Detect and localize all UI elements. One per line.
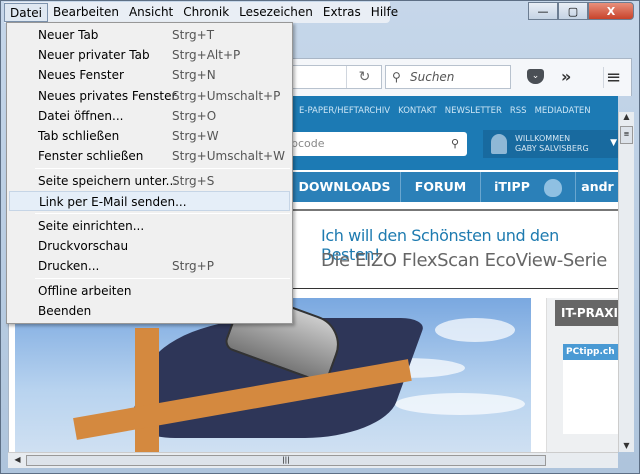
menubar: Datei Bearbeiten Ansicht Chronik Lesezei… (4, 2, 398, 23)
menu-item-label: Druckvorschau (38, 239, 129, 253)
sidebar: IT-PRAXIS PCtipp.ch (546, 298, 618, 452)
menu-item-label: Neues Fenster (38, 68, 124, 82)
menu-item-label: Drucken... (38, 259, 100, 273)
menu-item-label: Offline arbeiten (38, 284, 132, 298)
chevron-down-icon: ▼ (610, 138, 617, 148)
menu-chronik[interactable]: Chronik (178, 3, 234, 22)
menu-item-shortcut: Strg+N (172, 68, 216, 82)
overflow-icon[interactable]: » (561, 67, 571, 86)
sidebar-title: IT-PRAXIS (555, 300, 618, 326)
scroll-down-icon[interactable]: ▼ (619, 441, 634, 450)
menu-item-label: Seite einrichten... (38, 219, 145, 233)
menu-item-shortcut: Strg+Umschalt+P (172, 89, 281, 103)
horizontal-scrollbar[interactable]: ◀ ||| (8, 452, 618, 468)
menu-item-label: Datei öffnen... (38, 109, 124, 123)
pctipp-thumbnail[interactable]: PCtipp.ch (563, 344, 618, 434)
menu-item-label: Seite speichern unter... (38, 174, 178, 188)
menu-item[interactable]: Neues Fenster Strg+N (9, 65, 290, 85)
menu-bearbeiten[interactable]: Bearbeiten (48, 3, 124, 22)
menu-item-shortcut: Strg+W (172, 129, 219, 143)
nav-itipp[interactable]: iTIPP (481, 172, 576, 202)
menu-datei[interactable]: Datei (4, 3, 49, 22)
menu-item[interactable]: Link per E-Mail senden... (9, 191, 290, 211)
menu-ansicht[interactable]: Ansicht (124, 3, 178, 22)
scroll-thumb[interactable]: ≡ (620, 126, 633, 144)
menu-item[interactable]: Neues privates Fenster Strg+Umschalt+P (9, 86, 290, 106)
divider (289, 288, 618, 289)
menu-item-shortcut: Strg+S (172, 174, 215, 188)
pocket-icon[interactable]: ⌄ (527, 69, 544, 84)
search-input[interactable]: ⚲ Suchen (385, 65, 511, 89)
link-newsletter[interactable]: NEWSLETTER (445, 106, 502, 116)
user-name: GABY SALVISBERG (515, 144, 589, 153)
divider (289, 209, 618, 211)
menu-item[interactable]: Druckvorschau (9, 236, 290, 256)
vertical-scrollbar[interactable]: ▲ ≡ ▼ (618, 112, 634, 452)
menu-item[interactable]: Drucken... Strg+P (9, 256, 290, 276)
close-button[interactable]: X (588, 2, 634, 20)
menu-item-label: Neuer privater Tab (38, 48, 150, 62)
user-menu[interactable]: WILLKOMMEN GABY SALVISBERG ▼ (483, 130, 618, 158)
menu-item-label: Fenster schließen (38, 149, 144, 163)
menu-item-shortcut: Strg+T (172, 28, 215, 42)
file-menu: Neuer Tab Strg+T Neuer privater Tab Strg+Al… (6, 22, 293, 324)
search-icon: ⚲ (392, 70, 401, 84)
menu-hilfe[interactable]: Hilfe (366, 3, 403, 22)
menu-separator (35, 278, 290, 279)
minimize-button[interactable]: — (528, 2, 558, 20)
scroll-left-icon[interactable]: ◀ (10, 455, 25, 464)
link-epaper[interactable]: E-PAPER/HEFTARCHIV (299, 106, 390, 116)
menu-item[interactable]: Seite speichern unter... Strg+S (9, 171, 290, 191)
ad-subline[interactable]: Die EIZO FlexScan EcoView-Serie (321, 250, 607, 271)
menu-separator (35, 213, 290, 214)
reload-icon[interactable]: ↻ (346, 66, 382, 88)
link-mediadaten[interactable]: MEDIADATEN (535, 106, 591, 116)
apple-icon (543, 178, 562, 197)
link-kontakt[interactable]: KONTAKT (398, 106, 437, 116)
site-search-value: bcode (291, 137, 325, 150)
nav-android[interactable]: andr (576, 172, 618, 202)
menu-item[interactable]: Offline arbeiten (9, 281, 290, 301)
user-greeting: WILLKOMMEN (515, 134, 571, 143)
search-icon[interactable]: ⚲ (451, 132, 459, 156)
scroll-thumb[interactable]: ||| (26, 455, 546, 466)
nav-forum[interactable]: FORUM (401, 172, 481, 202)
menu-item[interactable]: Datei öffnen... Strg+O (9, 106, 290, 126)
menu-separator (35, 168, 290, 169)
maximize-button[interactable]: ▢ (558, 2, 588, 20)
menu-item-shortcut: Strg+O (172, 109, 217, 123)
menu-item-label: Neues privates Fenster (38, 89, 177, 103)
menu-item[interactable]: Seite einrichten... (9, 216, 290, 236)
menu-item-shortcut: Strg+P (172, 259, 214, 273)
link-rss[interactable]: RSS (510, 106, 527, 116)
hamburger-menu-icon[interactable]: ≡ (603, 67, 623, 88)
search-placeholder: Suchen (410, 70, 455, 84)
menu-item[interactable]: Neuer privater Tab Strg+Alt+P (9, 45, 290, 65)
menu-item[interactable]: Neuer Tab Strg+T (9, 25, 290, 45)
menu-item-label: Tab schließen (38, 129, 120, 143)
avatar-icon (491, 134, 507, 154)
menu-item-label: Beenden (38, 304, 92, 318)
site-search-input[interactable]: bcode ⚲ (291, 132, 467, 156)
nav-downloads[interactable]: DOWNLOADS (289, 172, 401, 202)
menu-item-shortcut: Strg+Alt+P (172, 48, 241, 62)
menu-item-label: Link per E-Mail senden... (39, 195, 187, 209)
menu-item[interactable]: Tab schließen Strg+W (9, 126, 290, 146)
scroll-up-icon[interactable]: ▲ (619, 112, 634, 121)
window-controls: — ▢ X (528, 2, 634, 20)
menu-item[interactable]: Fenster schließen Strg+Umschalt+W (9, 146, 290, 166)
menu-item-shortcut: Strg+Umschalt+W (172, 149, 285, 163)
menu-lesezeichen[interactable]: Lesezeichen (234, 3, 318, 22)
menu-extras[interactable]: Extras (318, 3, 366, 22)
menu-item[interactable]: Beenden (9, 301, 290, 321)
menu-item-label: Neuer Tab (38, 28, 99, 42)
